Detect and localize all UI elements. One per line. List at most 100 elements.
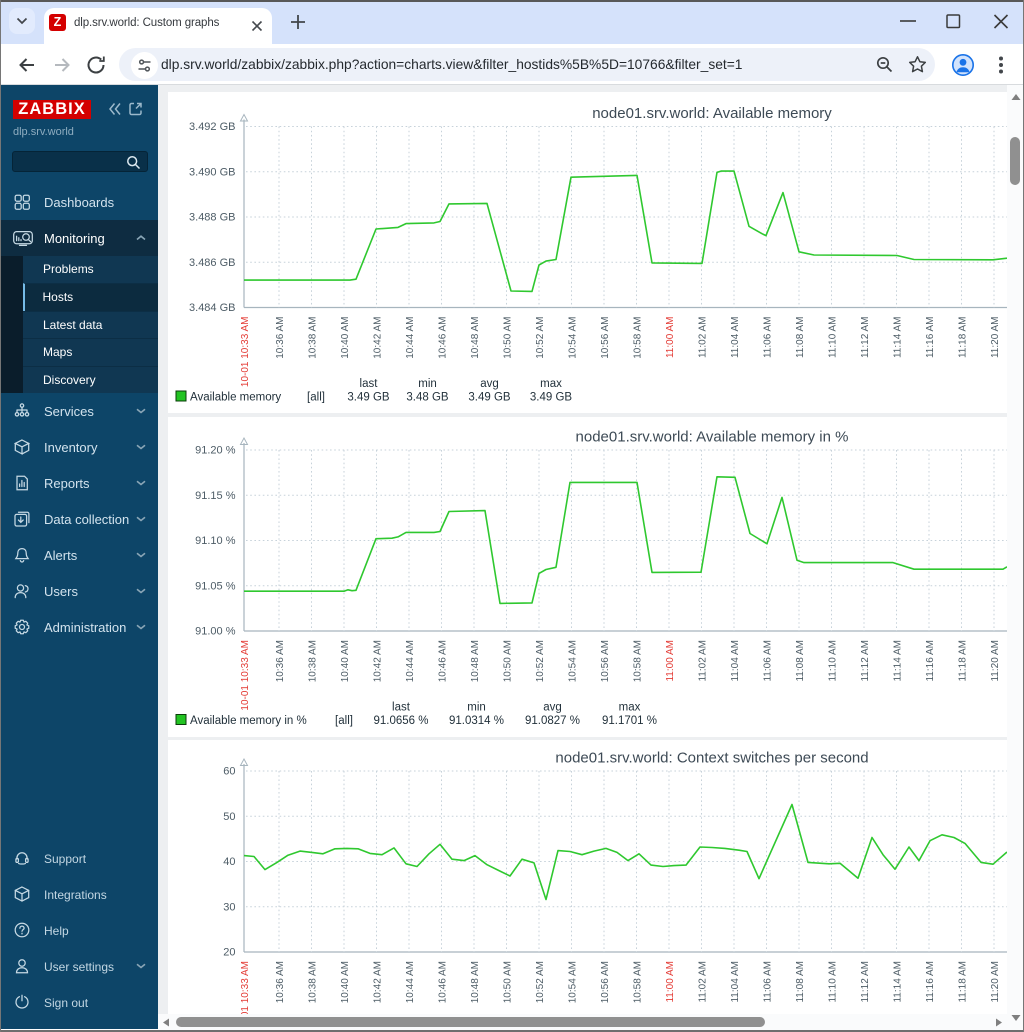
svg-text:10:54 AM: 10:54 AM	[567, 640, 578, 682]
svg-text:11:10 AM: 11:10 AM	[827, 961, 838, 1003]
svg-text:11:10 AM: 11:10 AM	[827, 640, 838, 682]
svg-text:10:52 AM: 10:52 AM	[535, 317, 546, 359]
svg-text:10:54 AM: 10:54 AM	[567, 317, 578, 359]
svg-text:10:56 AM: 10:56 AM	[600, 961, 611, 1003]
svg-text:avg: avg	[543, 701, 562, 713]
svg-text:11:00 AM: 11:00 AM	[665, 317, 676, 359]
svg-text:11:20 AM: 11:20 AM	[990, 640, 1001, 682]
svg-text:10:46 AM: 10:46 AM	[437, 317, 448, 359]
svg-text:11:06 AM: 11:06 AM	[762, 640, 773, 682]
svg-text:11:06 AM: 11:06 AM	[762, 961, 773, 1003]
svg-text:11:18 AM: 11:18 AM	[957, 640, 968, 682]
svg-text:10:46 AM: 10:46 AM	[437, 640, 448, 682]
svg-text:11:02 AM: 11:02 AM	[697, 317, 708, 359]
svg-text:10:44 AM: 10:44 AM	[405, 961, 416, 1003]
svg-text:10:40 AM: 10:40 AM	[340, 961, 351, 1003]
svg-text:10:58 AM: 10:58 AM	[632, 961, 643, 1003]
svg-text:11:14 AM: 11:14 AM	[892, 961, 903, 1003]
svg-text:3.49 GB: 3.49 GB	[530, 392, 573, 404]
svg-text:10:52 AM: 10:52 AM	[535, 961, 546, 1003]
svg-text:11:02 AM: 11:02 AM	[697, 961, 708, 1003]
svg-text:11:12 AM: 11:12 AM	[860, 317, 871, 359]
svg-text:3.49 GB: 3.49 GB	[468, 392, 511, 404]
svg-text:10:36 AM: 10:36 AM	[275, 640, 286, 682]
svg-text:10:44 AM: 10:44 AM	[405, 640, 416, 682]
svg-text:10:38 AM: 10:38 AM	[307, 961, 318, 1003]
svg-text:10-01 10:33 AM: 10-01 10:33 AM	[240, 317, 251, 388]
svg-text:11:08 AM: 11:08 AM	[795, 961, 806, 1003]
svg-text:10:48 AM: 10:48 AM	[470, 317, 481, 359]
svg-text:11:14 AM: 11:14 AM	[892, 640, 903, 682]
svg-text:10:36 AM: 10:36 AM	[275, 317, 286, 359]
svg-text:10:58 AM: 10:58 AM	[632, 317, 643, 359]
svg-text:40: 40	[223, 856, 235, 868]
svg-text:[all]: [all]	[307, 392, 325, 404]
svg-text:[all]: [all]	[335, 715, 353, 727]
svg-text:last: last	[360, 378, 379, 390]
svg-text:11:12 AM: 11:12 AM	[860, 640, 871, 682]
svg-text:11:04 AM: 11:04 AM	[730, 961, 741, 1003]
svg-text:Available memory in %: Available memory in %	[190, 715, 307, 727]
svg-text:10:50 AM: 10:50 AM	[502, 961, 513, 1003]
svg-text:91.10 %: 91.10 %	[195, 535, 236, 547]
svg-text:91.20 %: 91.20 %	[195, 444, 236, 456]
svg-text:11:10 AM: 11:10 AM	[827, 317, 838, 359]
svg-text:91.1701 %: 91.1701 %	[602, 715, 657, 727]
svg-text:3.484 GB: 3.484 GB	[189, 302, 235, 314]
svg-text:11:20 AM: 11:20 AM	[990, 317, 1001, 359]
svg-text:91.00 %: 91.00 %	[195, 625, 236, 637]
svg-text:max: max	[619, 701, 641, 713]
svg-text:11:04 AM: 11:04 AM	[730, 317, 741, 359]
svg-text:3.486 GB: 3.486 GB	[189, 257, 235, 269]
svg-text:11:18 AM: 11:18 AM	[957, 961, 968, 1003]
svg-text:10:50 AM: 10:50 AM	[502, 317, 513, 359]
svg-text:11:08 AM: 11:08 AM	[795, 317, 806, 359]
svg-text:10:56 AM: 10:56 AM	[600, 317, 611, 359]
svg-text:node01.srv.world: Available me: node01.srv.world: Available memory in %	[576, 428, 849, 445]
svg-text:10:48 AM: 10:48 AM	[470, 961, 481, 1003]
svg-text:max: max	[540, 378, 562, 390]
svg-text:11:02 AM: 11:02 AM	[697, 640, 708, 682]
svg-text:10:38 AM: 10:38 AM	[307, 640, 318, 682]
svg-text:avg: avg	[480, 378, 499, 390]
svg-text:node01.srv.world: Available me: node01.srv.world: Available memory	[592, 105, 832, 122]
svg-text:10:42 AM: 10:42 AM	[372, 961, 383, 1003]
svg-text:3.48 GB: 3.48 GB	[406, 392, 449, 404]
svg-text:10:54 AM: 10:54 AM	[567, 961, 578, 1003]
svg-text:10:40 AM: 10:40 AM	[340, 640, 351, 682]
svg-text:10:40 AM: 10:40 AM	[340, 317, 351, 359]
svg-text:11:16 AM: 11:16 AM	[925, 640, 936, 682]
svg-text:60: 60	[223, 765, 235, 777]
svg-text:11:00 AM: 11:00 AM	[665, 640, 676, 682]
svg-text:min: min	[418, 378, 437, 390]
svg-text:10:56 AM: 10:56 AM	[600, 640, 611, 682]
svg-text:91.0656 %: 91.0656 %	[374, 715, 429, 727]
svg-text:10:42 AM: 10:42 AM	[372, 640, 383, 682]
svg-text:20: 20	[223, 946, 235, 958]
svg-text:91.05 %: 91.05 %	[195, 580, 236, 592]
svg-text:11:06 AM: 11:06 AM	[762, 317, 773, 359]
svg-text:10:48 AM: 10:48 AM	[470, 640, 481, 682]
svg-text:3.488 GB: 3.488 GB	[189, 212, 235, 224]
svg-text:last: last	[392, 701, 411, 713]
svg-text:91.0314 %: 91.0314 %	[449, 715, 504, 727]
svg-text:min: min	[467, 701, 486, 713]
svg-text:91.0827 %: 91.0827 %	[525, 715, 580, 727]
svg-text:11:16 AM: 11:16 AM	[925, 961, 936, 1003]
svg-text:3.49 GB: 3.49 GB	[347, 392, 390, 404]
svg-text:10:50 AM: 10:50 AM	[502, 640, 513, 682]
svg-text:11:20 AM: 11:20 AM	[990, 961, 1001, 1003]
svg-text:10:46 AM: 10:46 AM	[437, 961, 448, 1003]
svg-text:10:44 AM: 10:44 AM	[405, 317, 416, 359]
svg-text:11:16 AM: 11:16 AM	[925, 317, 936, 359]
svg-text:10:36 AM: 10:36 AM	[275, 961, 286, 1003]
svg-text:11:14 AM: 11:14 AM	[892, 317, 903, 359]
svg-text:30: 30	[223, 901, 235, 913]
svg-text:10:58 AM: 10:58 AM	[632, 640, 643, 682]
svg-text:10-01 10:33 AM: 10-01 10:33 AM	[240, 640, 251, 711]
svg-text:node01.srv.world: Context swit: node01.srv.world: Context switches per s…	[555, 749, 868, 766]
svg-text:11:08 AM: 11:08 AM	[795, 640, 806, 682]
svg-text:91.15 %: 91.15 %	[195, 489, 236, 501]
svg-text:10:52 AM: 10:52 AM	[535, 640, 546, 682]
svg-text:10-01 10:33 AM: 10-01 10:33 AM	[240, 961, 251, 1015]
